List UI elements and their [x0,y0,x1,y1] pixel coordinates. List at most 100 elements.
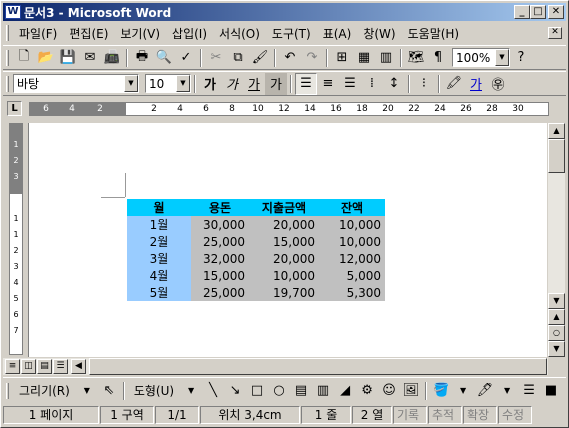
chevron-down-icon[interactable]: ▼ [496,380,518,402]
cell-month[interactable]: 2월 [127,233,191,250]
chevron-down-icon[interactable]: ▼ [452,380,474,402]
maximize-button[interactable]: □ [530,5,546,19]
cell-expense[interactable]: 10,000 [249,267,319,284]
diagram-icon[interactable]: ⚙ [356,380,378,402]
toolbar-grip[interactable] [6,382,9,399]
tables-borders-icon[interactable]: ⊞ [331,47,353,69]
font-color-button[interactable]: 가 [465,73,487,95]
status-trk[interactable]: 추적 [428,406,462,424]
scroll-down-icon[interactable]: ▼ [548,293,565,309]
bold-button[interactable]: 가 [199,73,221,95]
status-ovr[interactable]: 수정 [498,406,532,424]
underline-button[interactable]: 가 [243,73,265,95]
cell-balance[interactable]: 12,000 [319,250,385,267]
chevron-down-icon[interactable]: ▼ [180,380,202,402]
menubar-grip[interactable] [6,25,9,41]
next-page-icon[interactable]: ▼ [548,341,565,357]
cell-expense[interactable]: 15,000 [249,233,319,250]
draw-menu[interactable]: 그리기(R) [13,382,76,399]
menu-insert[interactable]: 삽입(I) [166,25,213,42]
wordart-icon[interactable]: ◢ [334,380,356,402]
format-painter-icon[interactable]: 🖌 [249,47,271,69]
fill-color-icon[interactable]: 🪣 [430,380,452,402]
highlight-icon[interactable]: 🖍 [443,73,465,95]
menu-help[interactable]: 도움말(H) [402,25,466,42]
text-box-icon[interactable]: ▤ [290,380,312,402]
line-color-icon[interactable]: 🖊 [474,380,496,402]
arrow-icon[interactable]: ↘ [224,380,246,402]
distribute-icon[interactable]: ⁞ [361,73,383,95]
insert-table-icon[interactable]: ▦ [353,47,375,69]
print-layout-icon[interactable]: ▤ [37,359,52,374]
document-map-icon[interactable]: 🗺 [405,47,427,69]
ruler-strip[interactable]: 6 4 2 2 4 6 8 10 12 14 16 18 20 22 24 26 28 30 [29,102,549,116]
allowance-table[interactable]: 월 용돈 지출금액 잔액 1월 30,000 20,000 10,000 2월 … [127,199,385,301]
vertical-ruler[interactable]: 1 2 3 1 1 2 3 4 5 6 7 [9,123,23,355]
cell-month[interactable]: 3월 [127,250,191,267]
vertical-scrollbar[interactable]: ▲ ▼ ▲ ○ ▼ [548,123,565,357]
status-rec[interactable]: 기록 [393,406,427,424]
chevron-down-icon[interactable]: ▼ [76,380,98,402]
chevron-down-icon[interactable]: ▼ [124,75,138,92]
toolbar-grip[interactable] [6,49,9,66]
line-icon[interactable]: ╲ [202,380,224,402]
menu-table[interactable]: 표(A) [317,25,358,42]
cell-balance[interactable]: 5,000 [319,267,385,284]
web-view-icon[interactable]: ◫ [21,359,36,374]
cell-balance[interactable]: 10,000 [319,216,385,233]
line-style-icon[interactable]: ☰ [518,380,540,402]
help-icon[interactable]: ? [510,47,532,69]
save-icon[interactable]: 💾 [57,47,79,69]
zoom-combo[interactable]: 100% ▼ [452,48,510,67]
show-hide-icon[interactable]: ¶ [427,47,449,69]
cut-icon[interactable]: ✂ [205,47,227,69]
header-expense[interactable]: 지출금액 [249,199,319,216]
cell-expense[interactable]: 19,700 [249,284,319,301]
hscroll-thumb[interactable] [89,358,547,375]
outline-view-icon[interactable]: ☰ [53,359,68,374]
shadow-icon[interactable]: ■ [540,380,562,402]
char-shading-button[interactable]: 가 [265,72,287,95]
header-month[interactable]: 월 [127,199,191,216]
cell-allowance[interactable]: 32,000 [191,250,249,267]
cell-expense[interactable]: 20,000 [249,250,319,267]
new-document-icon[interactable]: 🗋 [13,47,35,69]
header-balance[interactable]: 잔액 [319,199,385,216]
scroll-left-icon[interactable]: ◀ [71,359,86,374]
menu-format[interactable]: 서식(O) [213,25,266,42]
menu-window[interactable]: 창(W) [357,25,401,42]
print-icon[interactable]: 🖶 [131,47,153,69]
rectangle-icon[interactable]: □ [246,380,268,402]
status-ext[interactable]: 확장 [463,406,497,424]
toolbar-grip[interactable] [6,75,9,92]
cell-allowance[interactable]: 15,000 [191,267,249,284]
enclosed-char-icon[interactable]: ㉾ [487,73,509,95]
menu-edit[interactable]: 편집(E) [63,25,114,42]
cell-allowance[interactable]: 30,000 [191,216,249,233]
cell-balance[interactable]: 5,300 [319,284,385,301]
header-allowance[interactable]: 용돈 [191,199,249,216]
autoshapes-menu[interactable]: 도형(U) [128,382,180,399]
fax-icon[interactable]: 📠 [101,47,123,69]
print-preview-icon[interactable]: 🔍 [153,47,175,69]
italic-button[interactable]: 가 [221,73,243,95]
cell-month[interactable]: 5월 [127,284,191,301]
title-bar[interactable]: W 문서3 - Microsoft Word _ □ ✕ [3,3,566,21]
numbering-icon[interactable]: ⁝ [413,73,435,95]
menu-file[interactable]: 파일(F) [13,25,63,42]
cell-allowance[interactable]: 25,000 [191,233,249,250]
scroll-up-icon[interactable]: ▲ [548,123,565,139]
close-button[interactable]: ✕ [548,5,564,19]
columns-icon[interactable]: ▥ [375,47,397,69]
word-app-icon[interactable]: W [5,5,21,19]
font-combo[interactable]: 바탕 ▼ [13,74,139,93]
cell-allowance[interactable]: 25,000 [191,284,249,301]
cell-balance[interactable]: 10,000 [319,233,385,250]
scroll-thumb[interactable] [548,139,565,173]
font-size-combo[interactable]: 10 ▼ [145,74,191,93]
spelling-icon[interactable]: ✓ [175,47,197,69]
document-close-button[interactable]: ✕ [548,27,562,39]
minimize-button[interactable]: _ [514,5,530,19]
cell-expense[interactable]: 20,000 [249,216,319,233]
oval-icon[interactable]: ○ [268,380,290,402]
